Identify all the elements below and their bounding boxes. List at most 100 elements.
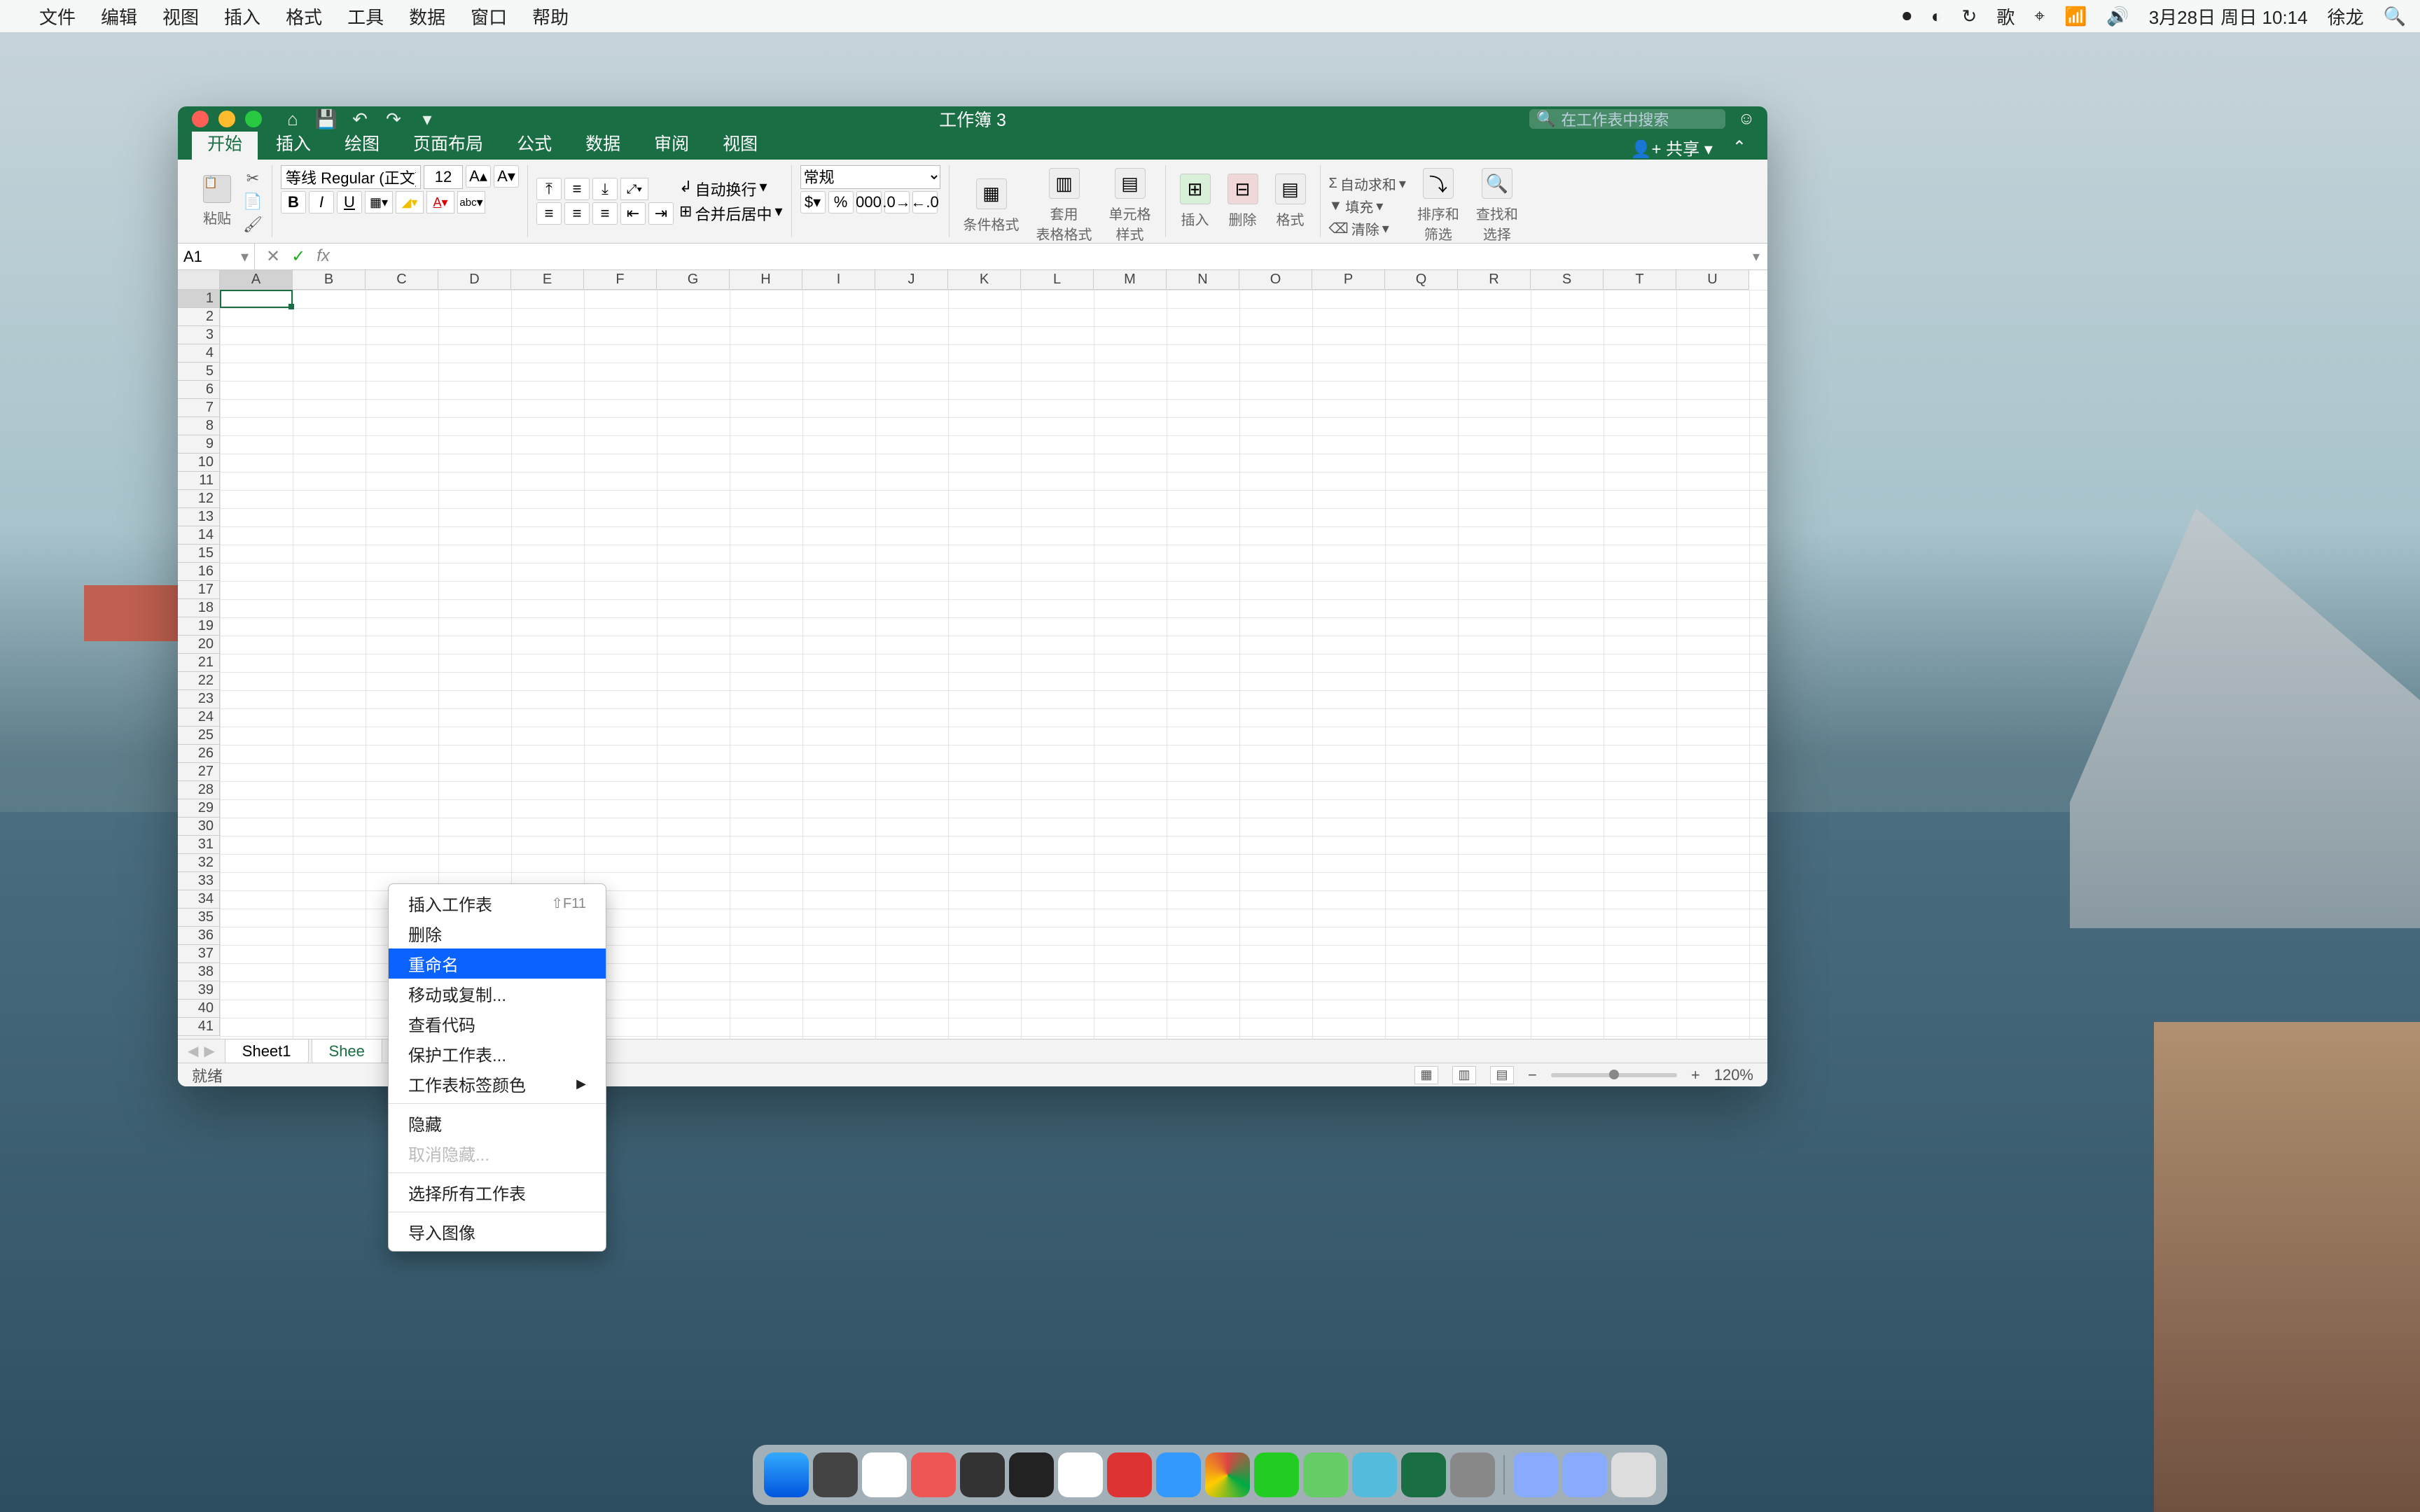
- format-cells-button[interactable]: ▤格式: [1270, 171, 1312, 232]
- window-close-button[interactable]: [192, 111, 209, 127]
- align-top-icon[interactable]: ⤒: [536, 178, 562, 200]
- clock-icon[interactable]: ↻: [1962, 6, 1977, 27]
- row-header[interactable]: 10: [178, 454, 220, 472]
- sheet-prev-icon[interactable]: ◀: [188, 1042, 198, 1060]
- cm-hide[interactable]: 隐藏: [389, 1108, 606, 1138]
- cm-move-copy[interactable]: 移动或复制...: [389, 979, 606, 1009]
- dock-app-icon[interactable]: [1107, 1452, 1152, 1497]
- column-header[interactable]: F: [584, 270, 657, 290]
- row-header[interactable]: 31: [178, 836, 220, 854]
- expand-formula-icon[interactable]: ▾: [1745, 248, 1767, 265]
- row-header[interactable]: 18: [178, 599, 220, 617]
- zoom-level[interactable]: 120%: [1714, 1066, 1753, 1084]
- decrease-font-icon[interactable]: A▾: [494, 165, 519, 188]
- row-header[interactable]: 34: [178, 890, 220, 909]
- row-header[interactable]: 3: [178, 326, 220, 344]
- row-header[interactable]: 15: [178, 545, 220, 563]
- view-normal-icon[interactable]: ▦: [1414, 1066, 1438, 1084]
- format-painter-icon[interactable]: 🖌: [242, 214, 263, 235]
- menu-help[interactable]: 帮助: [532, 4, 569, 29]
- row-header[interactable]: 36: [178, 927, 220, 945]
- row-header[interactable]: 39: [178, 981, 220, 1000]
- dock-finder-icon[interactable]: [764, 1452, 809, 1497]
- increase-indent-icon[interactable]: ⇥: [648, 202, 674, 225]
- cm-select-all[interactable]: 选择所有工作表: [389, 1177, 606, 1208]
- wrap-text-button[interactable]: ↲自动换行▾: [679, 178, 783, 200]
- dock-app-icon[interactable]: [911, 1452, 956, 1497]
- row-header[interactable]: 40: [178, 1000, 220, 1018]
- row-header[interactable]: 13: [178, 508, 220, 526]
- row-header[interactable]: 12: [178, 490, 220, 508]
- name-box[interactable]: A1▾: [178, 244, 255, 270]
- column-header[interactable]: B: [293, 270, 366, 290]
- insert-cells-button[interactable]: ⊞插入: [1174, 171, 1216, 232]
- row-header[interactable]: 28: [178, 781, 220, 799]
- decrease-decimal-icon[interactable]: ←.0: [912, 191, 938, 214]
- dock-folder-icon[interactable]: [1513, 1452, 1558, 1497]
- align-middle-icon[interactable]: ≡: [564, 178, 590, 200]
- menu-file[interactable]: 文件: [39, 4, 76, 29]
- window-maximize-button[interactable]: [245, 111, 262, 127]
- search-icon[interactable]: 🔍: [2384, 6, 2406, 27]
- dock-excel-icon[interactable]: [1401, 1452, 1446, 1497]
- font-size-select[interactable]: [424, 165, 463, 189]
- row-header[interactable]: 14: [178, 526, 220, 545]
- number-format-select[interactable]: 常规: [800, 165, 940, 189]
- share-button[interactable]: 👤+ 共享 ▾: [1631, 135, 1713, 160]
- align-bottom-icon[interactable]: ⤓: [592, 178, 618, 200]
- menu-insert[interactable]: 插入: [224, 4, 260, 29]
- increase-decimal-icon[interactable]: .0→: [884, 191, 910, 214]
- row-header[interactable]: 20: [178, 636, 220, 654]
- column-header[interactable]: J: [875, 270, 948, 290]
- column-header[interactable]: P: [1312, 270, 1385, 290]
- delete-cells-button[interactable]: ⊟删除: [1222, 171, 1264, 232]
- dock-app-icon[interactable]: [1156, 1452, 1201, 1497]
- undo-icon[interactable]: ↶: [350, 109, 370, 129]
- paste-button[interactable]: 📋粘贴: [197, 172, 237, 230]
- dock-folder-icon[interactable]: [1562, 1452, 1607, 1497]
- select-all-corner[interactable]: [178, 270, 220, 290]
- row-header[interactable]: 38: [178, 963, 220, 981]
- row-header[interactable]: 5: [178, 363, 220, 381]
- row-header[interactable]: 27: [178, 763, 220, 781]
- sheet-tab-2[interactable]: Shee: [312, 1039, 382, 1063]
- column-header[interactable]: A: [220, 270, 293, 290]
- save-icon[interactable]: 💾: [317, 109, 336, 129]
- row-header[interactable]: 1: [178, 290, 220, 308]
- username[interactable]: 徐龙: [2328, 4, 2364, 29]
- table-format-button[interactable]: ▥套用 表格格式: [1031, 165, 1098, 246]
- search-input[interactable]: 🔍 在工作表中搜索: [1529, 109, 1725, 129]
- bold-button[interactable]: B: [281, 191, 306, 214]
- row-header[interactable]: 26: [178, 745, 220, 763]
- row-header[interactable]: 7: [178, 399, 220, 417]
- dock-wechat-icon[interactable]: [1254, 1452, 1299, 1497]
- font-name-select[interactable]: [281, 165, 421, 189]
- row-header[interactable]: 19: [178, 617, 220, 636]
- row-header[interactable]: 30: [178, 818, 220, 836]
- dock-app-icon[interactable]: [813, 1452, 858, 1497]
- column-header[interactable]: T: [1604, 270, 1676, 290]
- datetime[interactable]: 3月28日 周日 10:14: [2149, 4, 2308, 29]
- column-header[interactable]: I: [802, 270, 875, 290]
- fill-color-button[interactable]: ◢▾: [396, 191, 424, 214]
- column-header[interactable]: O: [1239, 270, 1312, 290]
- cm-view-code[interactable]: 查看代码: [389, 1009, 606, 1039]
- cm-delete[interactable]: 删除: [389, 918, 606, 948]
- zoom-out-icon[interactable]: −: [1528, 1066, 1537, 1084]
- font-color-button[interactable]: A▾: [426, 191, 454, 214]
- cm-protect[interactable]: 保护工作表...: [389, 1039, 606, 1069]
- row-header[interactable]: 25: [178, 727, 220, 745]
- percent-icon[interactable]: %: [828, 191, 854, 214]
- fill-button[interactable]: ▼填充▾: [1329, 196, 1406, 216]
- clear-button[interactable]: ⌫清除▾: [1329, 218, 1406, 239]
- column-header[interactable]: R: [1458, 270, 1531, 290]
- dock-calendar-icon[interactable]: [1058, 1452, 1103, 1497]
- dock-chrome-icon[interactable]: [1205, 1452, 1250, 1497]
- sort-filter-button[interactable]: ⤵排序和 筛选: [1412, 165, 1465, 246]
- view-page-layout-icon[interactable]: ▥: [1452, 1066, 1476, 1084]
- menu-data[interactable]: 数据: [409, 4, 445, 29]
- qat-dropdown-icon[interactable]: ▾: [417, 109, 437, 129]
- home-icon[interactable]: ⌂: [283, 109, 302, 129]
- enter-formula-icon[interactable]: ✓: [291, 246, 305, 267]
- column-header[interactable]: U: [1676, 270, 1749, 290]
